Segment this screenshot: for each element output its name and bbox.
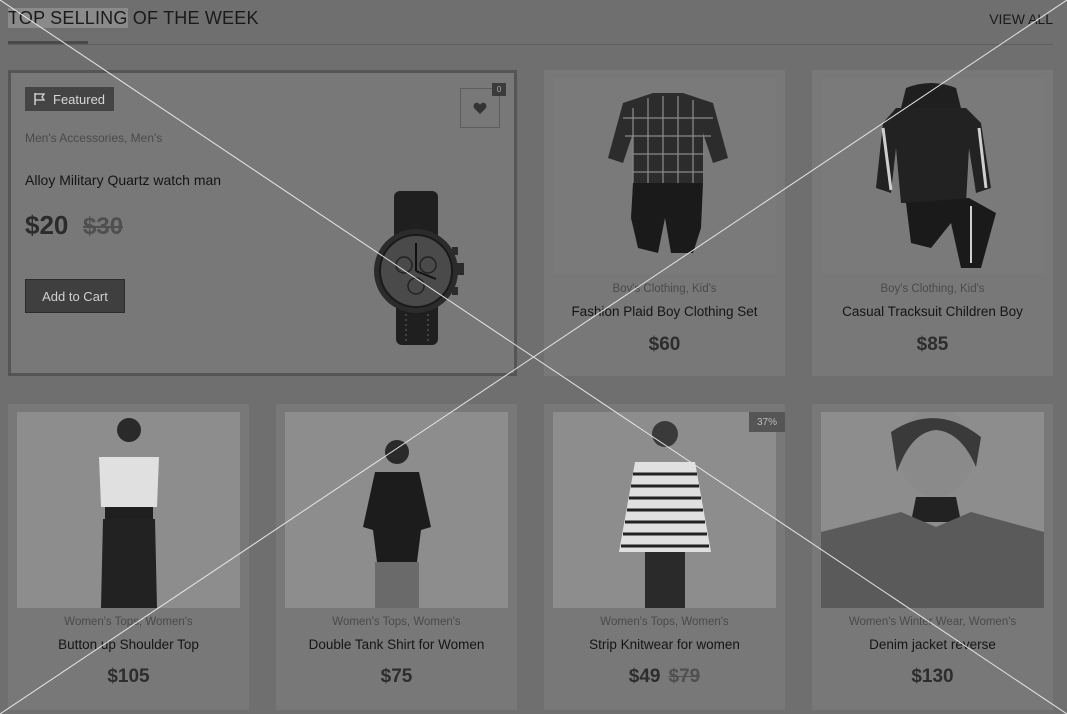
price-current: $49 xyxy=(628,666,661,687)
product-categories[interactable]: Women's Tops, Women's xyxy=(276,616,517,628)
price-old: $79 xyxy=(668,666,701,687)
featured-product-card[interactable]: Featured 0 Men's Accessories, Men's Allo… xyxy=(8,70,517,376)
heart-icon xyxy=(473,102,487,114)
discount-badge: 37% xyxy=(749,412,785,432)
product-price: $20 xyxy=(25,210,69,240)
product-card[interactable]: Women's Tops, Women's Button up Shoulder… xyxy=(8,404,249,710)
wishlist-button[interactable]: 0 xyxy=(460,83,506,128)
product-name[interactable]: Strip Knitwear for women xyxy=(544,637,785,652)
featured-badge-label: Featured xyxy=(53,91,106,107)
product-card[interactable]: Boy's Clothing, Kid's Casual Tracksuit C… xyxy=(812,70,1053,376)
product-name[interactable]: Denim jacket reverse xyxy=(812,637,1053,652)
title-underline xyxy=(8,41,88,44)
tracksuit-product-image[interactable] xyxy=(821,78,1044,274)
product-card[interactable]: Women's Winter Wear, Women's Denim jacke… xyxy=(812,404,1053,710)
product-name[interactable]: Alloy Military Quartz watch man xyxy=(25,172,221,188)
shoulder-top-product-image[interactable] xyxy=(17,412,240,608)
section-title-rest: OF THE WEEK xyxy=(127,8,259,28)
product-categories[interactable]: Women's Tops, Women's xyxy=(544,616,785,628)
product-price: $85 xyxy=(812,334,1053,356)
product-categories[interactable]: Boy's Clothing, Kid's xyxy=(812,283,1053,295)
price-current: $85 xyxy=(916,334,949,355)
plaid-set-product-image[interactable] xyxy=(553,78,776,274)
flag-icon xyxy=(34,93,46,105)
product-name[interactable]: Double Tank Shirt for Women xyxy=(276,637,517,652)
section-title: TOP SELLING OF THE WEEK xyxy=(8,8,259,29)
price-current: $105 xyxy=(107,666,150,687)
price-current: $75 xyxy=(380,666,413,687)
product-card[interactable]: Boy's Clothing, Kid's Fashion Plaid Boy … xyxy=(544,70,785,376)
watch-product-image[interactable] xyxy=(366,191,476,346)
product-price: $75 xyxy=(276,666,517,688)
product-categories[interactable]: Boy's Clothing, Kid's xyxy=(544,283,785,295)
featured-badge: Featured xyxy=(25,87,115,111)
price-current: $60 xyxy=(648,334,681,355)
product-card[interactable]: 37% Women's Tops, Women's Strip Knitwear… xyxy=(544,404,785,710)
product-name[interactable]: Button up Shoulder Top xyxy=(8,637,249,652)
section-header: TOP SELLING OF THE WEEK VIEW ALL xyxy=(8,0,1053,45)
knitwear-product-image[interactable] xyxy=(553,412,776,608)
denim-jacket-product-image[interactable] xyxy=(821,412,1044,608)
add-to-cart-button[interactable]: Add to Cart xyxy=(25,279,125,313)
product-card[interactable]: Women's Tops, Women's Double Tank Shirt … xyxy=(276,404,517,710)
product-price: $105 xyxy=(8,666,249,688)
product-price: $60 xyxy=(544,334,785,356)
product-old-price: $30 xyxy=(83,213,124,240)
product-categories[interactable]: Men's Accessories, Men's xyxy=(25,131,162,145)
product-categories[interactable]: Women's Winter Wear, Women's xyxy=(812,616,1053,628)
product-categories[interactable]: Women's Tops, Women's xyxy=(8,616,249,628)
view-all-link[interactable]: VIEW ALL xyxy=(989,11,1053,27)
product-name[interactable]: Fashion Plaid Boy Clothing Set xyxy=(544,304,785,319)
price-current: $130 xyxy=(911,666,954,687)
product-price: $49 $79 xyxy=(544,666,785,688)
product-price: $130 xyxy=(812,666,1053,688)
wishlist-count: 0 xyxy=(492,83,506,96)
tank-shirt-product-image[interactable] xyxy=(285,412,508,608)
product-name[interactable]: Casual Tracksuit Children Boy xyxy=(812,304,1053,319)
section-title-highlight: TOP SELLING xyxy=(8,8,128,28)
